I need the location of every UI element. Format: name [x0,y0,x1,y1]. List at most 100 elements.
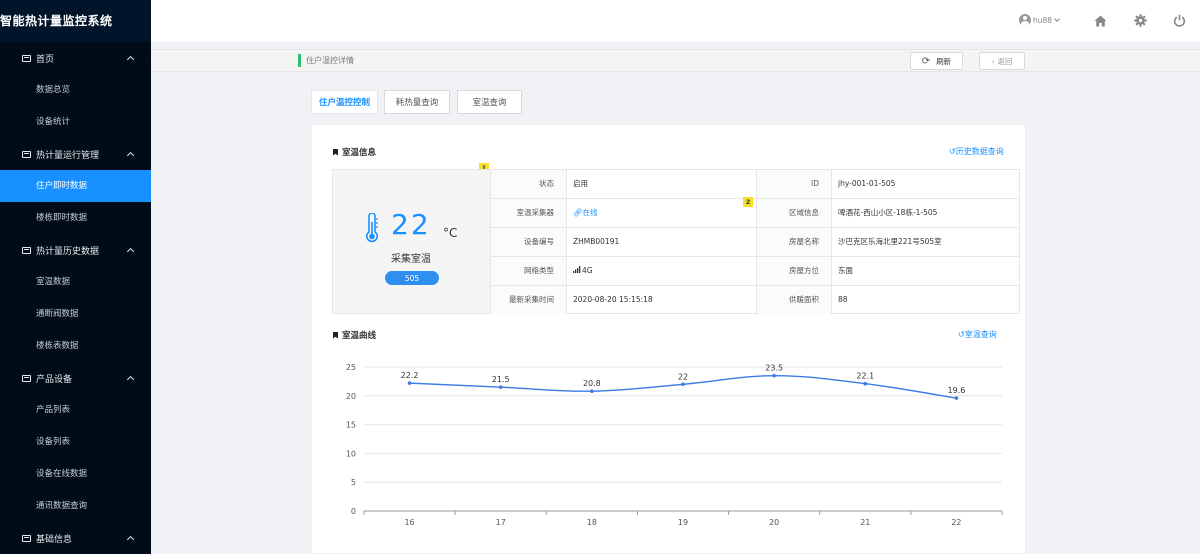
chevron-up-icon [126,55,135,64]
room-info-title: 室温信息 [333,146,376,158]
x-tick-label: 22 [951,518,961,527]
sidebar-item-valve-data[interactable]: 通断阀数据 [0,298,151,330]
user-menu[interactable]: hu88 [1019,14,1060,26]
history-icon: ↺ [958,330,965,339]
sidebar-group-label: 热计量历史数据 [36,246,100,257]
back-button[interactable]: ‹ 返回 [979,52,1025,70]
info-label: 房屋方位 [756,257,832,285]
network-type: 4G [573,257,593,285]
y-tick-label: 20 [346,392,356,401]
temperature-label: 采集室温 [391,254,431,265]
breadcrumb-bar: 住户温控详情 ⟳ 刷新 ‹ 返回 [151,49,1200,72]
link-icon: 🔗︎ [573,208,583,217]
y-tick-label: 25 [346,363,356,372]
info-value: ZHMB00191 [573,237,620,246]
thermometer-icon [366,213,378,243]
refresh-label: 刷新 [936,56,952,66]
bookmark-icon [333,148,338,156]
info-value: 东面 [838,266,853,275]
chevron-left-icon: ‹ [991,56,995,66]
sidebar-group-home[interactable]: 首页 [0,42,151,74]
data-point [590,389,594,393]
sidebar-item-comm-query[interactable]: 通讯数据查询 [0,490,151,522]
data-point [954,396,959,400]
info-label: 网络类型 [491,257,567,285]
temperature-unit: °C [443,226,458,240]
tab-heat-consumption[interactable]: 耗热量查询 [384,90,450,114]
menu-icon [22,150,31,158]
tab-household-control[interactable]: 住户温控控制 [311,90,378,114]
history-link-text: 历史数据查询 [955,147,1004,156]
info-value: 88 [838,295,848,304]
room-number-pill: 505 [385,271,439,285]
info-row: 网络类型 4G 房屋方位 东面 [491,257,1019,286]
info-value: jhy-001-01-505 [838,179,896,188]
info-value: 沙巴克区乐海北里221号505室 [838,237,942,246]
y-tick-label: 0 [351,507,356,516]
x-tick-label: 19 [678,518,688,527]
home-icon[interactable] [1094,14,1107,27]
info-value: 启用 [573,179,588,188]
network-type-text: 4G [582,266,593,275]
sidebar-item-building-meter[interactable]: 楼栋表数据 [0,330,151,362]
sidebar-group-label: 首页 [36,54,55,65]
sidebar-item-device-online[interactable]: 设备在线数据 [0,458,151,490]
temperature-value: 22 [391,208,431,241]
sidebar-item-device-list[interactable]: 设备列表 [0,426,151,458]
data-label: 20.8 [583,379,601,388]
y-tick-label: 10 [346,449,356,458]
sidebar-item-product-list[interactable]: 产品列表 [0,394,151,426]
room-info-table: 22 °C 采集室温 505 状态 启用 ID jhy-001-01-505 室… [332,169,1020,314]
data-point [863,381,868,386]
app-title: 智能热计量监控系统 [0,14,113,28]
info-row: 状态 启用 ID jhy-001-01-505 [491,170,1019,199]
chart-title-text: 室温曲线 [342,331,377,341]
data-label: 19.6 [948,386,966,395]
y-tick-label: 15 [346,421,356,430]
chevron-up-icon [126,151,135,160]
sidebar-item-building-realtime[interactable]: 楼栋即时数据 [0,202,151,234]
power-icon[interactable] [1173,14,1186,27]
bookmark-icon [333,331,338,339]
x-tick-label: 16 [404,518,414,527]
data-point [681,382,685,387]
sidebar-item-household-realtime[interactable]: 住户即时数据 [0,170,151,202]
info-label: 设备编号 [491,228,567,256]
signal-icon [573,266,581,273]
history-data-link[interactable]: ↺历史数据查询 [949,146,1004,157]
query-link-text: 室温查询 [964,330,997,339]
refresh-button[interactable]: ⟳ 刷新 [910,52,963,70]
menu-icon [22,534,31,542]
online-status-text: 在线 [582,208,598,217]
room-temp-chart: 0 5 10 15 20 25 16 17 18 19 20 21 22 22.2 21.5 20.8 22 23… [312,351,1027,554]
sidebar-group-runtime[interactable]: 热计量运行管理 [0,138,151,170]
user-icon [1019,14,1031,26]
info-label: 区域信息 [756,199,832,227]
info-label: 房屋名称 [756,228,832,256]
online-status: 🔗︎在线 [573,199,598,227]
data-label: 22.2 [401,371,419,380]
x-tick-label: 21 [860,518,870,527]
info-label: 室温采集器 [491,199,567,227]
refresh-icon: ⟳ [921,55,931,67]
menu-icon [22,374,31,382]
sidebar-group-products[interactable]: 产品设备 [0,362,151,394]
room-temp-query-link[interactable]: ↺室温查询 [958,329,997,340]
chevron-down-icon [1054,16,1060,22]
sidebar-item-device-stats[interactable]: 设备统计 [0,106,151,138]
username: hu88 [1033,15,1053,25]
sidebar-item-room-temp[interactable]: 室温数据 [0,266,151,298]
sidebar-group-history[interactable]: 热计量历史数据 [0,234,151,266]
gear-icon[interactable] [1134,14,1147,27]
info-value: 2020-08-20 15:15:18 [573,295,653,304]
tab-room-temp-query[interactable]: 室温查询 [457,90,522,114]
sidebar-group-basic-info[interactable]: 基础信息 [0,522,151,554]
sidebar-item-data-overview[interactable]: 数据总览 [0,74,151,106]
data-point [772,373,776,378]
info-row: 设备编号 ZHMB00191 房屋名称 沙巴克区乐海北里221号505室 [491,228,1019,257]
temperature-card: 22 °C 采集室温 505 [333,170,491,313]
info-row: 最新采集时间 2020-08-20 15:15:18 供暖面积 88 [491,286,1019,315]
line-chart-svg: 0 5 10 15 20 25 16 17 18 19 20 21 22 22.2 21.5 20.8 22 23… [346,363,1003,527]
info-label: 状态 [491,170,567,198]
chevron-up-icon [126,375,135,384]
